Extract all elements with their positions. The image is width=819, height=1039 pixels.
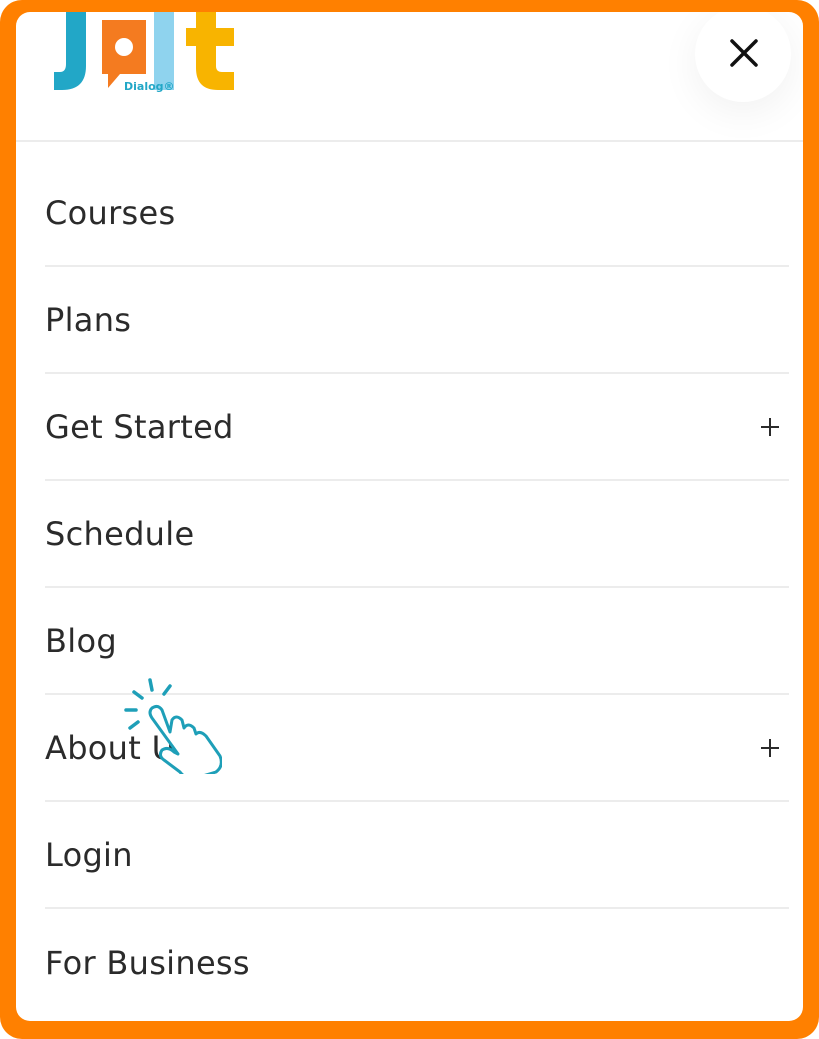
menu-item-schedule[interactable]: Schedule (45, 481, 789, 588)
menu-item-label: Plans (45, 300, 132, 339)
plus-icon[interactable] (759, 416, 781, 438)
menu-item-label: For Business (45, 943, 250, 982)
orange-border-frame: Dialog® Courses Plans Get Started Schedu… (0, 0, 819, 1039)
logo-dialog-text: Dialog® (124, 80, 175, 93)
close-button[interactable] (723, 32, 765, 74)
close-icon (730, 39, 758, 67)
menu-item-plans[interactable]: Plans (45, 267, 789, 374)
menu-item-login[interactable]: Login (45, 802, 789, 909)
jolt-logo[interactable]: Dialog® (50, 12, 270, 102)
menu-item-blog[interactable]: Blog (45, 588, 789, 695)
menu-item-label: Blog (45, 621, 117, 660)
menu-item-label: Schedule (45, 514, 195, 553)
menu-item-label: Get Started (45, 407, 234, 446)
plus-icon[interactable] (759, 737, 781, 759)
main-nav-menu: Courses Plans Get Started Schedule Blog … (45, 160, 789, 1016)
menu-item-about-us[interactable]: About Us (45, 695, 789, 802)
mobile-menu-panel: Dialog® Courses Plans Get Started Schedu… (16, 12, 803, 1021)
menu-item-label: Login (45, 835, 133, 874)
menu-item-label: About Us (45, 728, 193, 767)
menu-item-label: Courses (45, 193, 176, 232)
menu-item-get-started[interactable]: Get Started (45, 374, 789, 481)
menu-item-for-business[interactable]: For Business (45, 909, 789, 1016)
close-button-wrapper (695, 12, 791, 102)
menu-header: Dialog® (16, 12, 803, 142)
menu-item-courses[interactable]: Courses (45, 160, 789, 267)
